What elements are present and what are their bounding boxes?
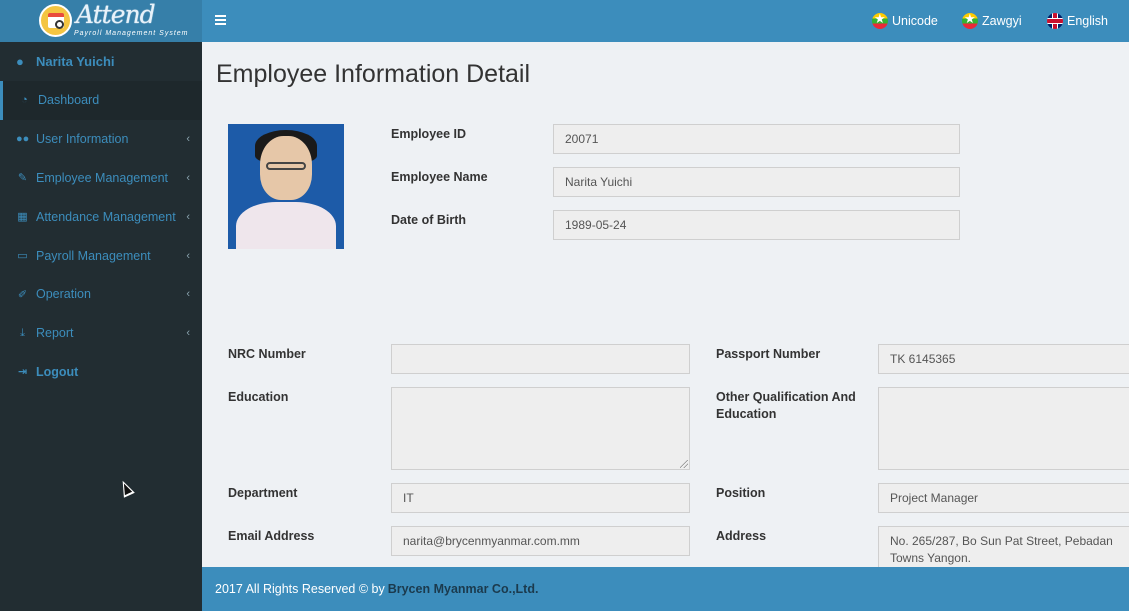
lang-label: English xyxy=(1067,14,1108,28)
department-label: Department xyxy=(228,486,298,500)
sidebar-item-operation[interactable]: ✐ Operation ‹ xyxy=(0,275,202,314)
chevron-left-icon: ‹ xyxy=(186,327,190,340)
address-label: Address xyxy=(716,529,767,543)
sign-out-icon: ⇥ xyxy=(17,366,28,379)
sidebar-item-report[interactable]: ⤓ Report ‹ xyxy=(0,314,202,353)
user-icon: ● xyxy=(16,54,24,69)
lang-label: Zawgyi xyxy=(982,14,1022,28)
laptop-icon: ▭ xyxy=(17,250,28,263)
sidebar-item-dashboard[interactable]: ◔ Dashboard xyxy=(0,81,202,120)
footer-text: 2017 All Rights Reserved © by xyxy=(215,582,385,596)
mouse-cursor-icon xyxy=(117,478,135,498)
uk-flag-icon xyxy=(1047,13,1063,29)
chevron-left-icon: ‹ xyxy=(186,171,190,184)
footer: 2017 All Rights Reserved © by Brycen Mya… xyxy=(202,567,1129,611)
email-label: Email Address xyxy=(228,529,315,543)
education-label: Education xyxy=(228,390,289,404)
sidebar-item-label: Payroll Management xyxy=(36,248,151,263)
page-title: Employee Information Detail xyxy=(216,60,531,88)
employee-id-field[interactable]: 20071 xyxy=(553,124,960,154)
user-name: Narita Yuichi xyxy=(36,54,115,69)
sidebar-item-attendance-management[interactable]: ▦ Attendance Management ‹ xyxy=(0,197,202,236)
dob-field[interactable]: 1989-05-24 xyxy=(553,210,960,240)
pencil-square-icon: ✐ xyxy=(17,288,28,301)
myanmar-flag-icon xyxy=(872,13,888,29)
main-content: Employee Information Detail Employee ID … xyxy=(202,42,1129,567)
edit-icon: ✎ xyxy=(17,172,28,185)
lang-label: Unicode xyxy=(892,14,938,28)
grid-icon: ▦ xyxy=(17,211,28,224)
nrc-label: NRC Number xyxy=(228,347,306,361)
sidebar-item-label: Operation xyxy=(36,287,91,302)
lang-unicode-button[interactable]: Unicode xyxy=(872,0,938,42)
sidebar-item-user-information[interactable]: ●● User Information ‹ xyxy=(0,120,202,159)
other-qualification-label: Other Qualification And Education xyxy=(716,390,856,421)
other-qualification-textarea[interactable] xyxy=(878,387,1129,470)
nrc-field[interactable] xyxy=(391,344,690,374)
position-field[interactable]: Project Manager xyxy=(878,483,1129,513)
chevron-left-icon: ‹ xyxy=(186,210,190,223)
sidebar-item-payroll-management[interactable]: ▭ Payroll Management ‹ xyxy=(0,236,202,275)
download-icon: ⤓ xyxy=(20,326,25,339)
lang-zawgyi-button[interactable]: Zawgyi xyxy=(962,0,1022,42)
sidebar-item-label: Attendance Management xyxy=(36,209,176,224)
address-textarea[interactable]: No. 265/287, Bo Sun Pat Street, Pebadan … xyxy=(878,526,1129,567)
employee-id-label: Employee ID xyxy=(391,127,467,141)
logo-title: Attend xyxy=(76,0,156,29)
sidebar: Attend Payroll Management System ● Narit… xyxy=(0,0,202,611)
lang-english-button[interactable]: English xyxy=(1047,0,1108,42)
footer-company-link[interactable]: Brycen Myanmar Co.,Ltd. xyxy=(388,582,539,596)
passport-field[interactable]: TK 6145365 xyxy=(878,344,1129,374)
sidebar-item-label: Report xyxy=(36,326,74,341)
education-textarea[interactable] xyxy=(391,387,690,470)
sidebar-item-label: User Information xyxy=(36,132,129,147)
chevron-left-icon: ‹ xyxy=(186,249,190,262)
sidebar-item-label: Logout xyxy=(36,364,79,379)
users-icon: ●● xyxy=(16,133,30,146)
myanmar-flag-icon xyxy=(962,13,978,29)
sidebar-item-logout[interactable]: ⇥ Logout xyxy=(0,353,202,392)
employee-name-label: Employee Name xyxy=(391,170,488,184)
app-logo[interactable]: Attend Payroll Management System xyxy=(0,0,202,42)
position-label: Position xyxy=(716,486,766,500)
chevron-left-icon: ‹ xyxy=(186,288,190,301)
resize-handle-icon[interactable] xyxy=(680,460,688,468)
chevron-left-icon: ‹ xyxy=(186,133,190,146)
passport-label: Passport Number xyxy=(716,347,821,361)
dob-label: Date of Birth xyxy=(391,213,466,227)
department-field[interactable]: IT xyxy=(391,483,690,513)
sidebar-item-label: Employee Management xyxy=(36,170,169,185)
calendar-icon xyxy=(39,4,72,37)
dashboard-icon: ◔ xyxy=(21,94,28,107)
user-panel: ● Narita Yuichi xyxy=(0,42,202,81)
top-navbar: Unicode Zawgyi English xyxy=(202,0,1129,42)
sidebar-item-label: Dashboard xyxy=(38,93,100,108)
employee-photo xyxy=(228,124,344,249)
employee-name-field[interactable]: Narita Yuichi xyxy=(553,167,960,197)
menu-toggle-icon[interactable] xyxy=(215,15,226,27)
sidebar-item-employee-management[interactable]: ✎ Employee Management ‹ xyxy=(0,159,202,198)
logo-subtitle: Payroll Management System xyxy=(74,30,189,37)
email-field[interactable]: narita@brycenmyanmar.com.mm xyxy=(391,526,690,556)
